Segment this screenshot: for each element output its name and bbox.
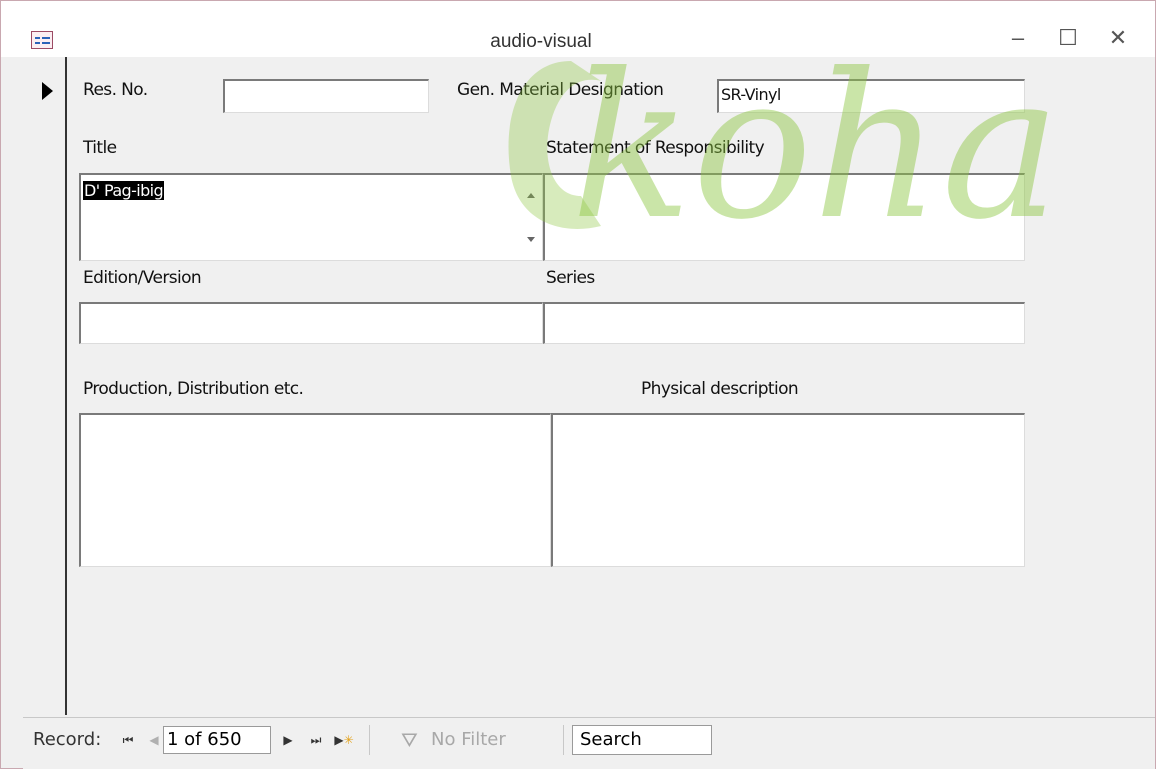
- form-detail: Res. No. Gen. Material Designation SR-Vi…: [67, 57, 1155, 715]
- series-label: Series: [546, 268, 595, 288]
- nav-separator-2: [563, 725, 564, 755]
- maximize-button[interactable]: ☐: [1051, 23, 1085, 53]
- scroll-down-icon[interactable]: [527, 237, 535, 242]
- last-record-icon[interactable]: ⏭: [305, 725, 327, 755]
- res-no-field[interactable]: [223, 79, 429, 113]
- search-input[interactable]: Search: [572, 725, 712, 755]
- statement-field[interactable]: [543, 173, 1025, 261]
- first-record-icon[interactable]: ⏮: [117, 725, 139, 755]
- nav-separator: [369, 725, 370, 755]
- title-scrollbar[interactable]: [520, 175, 542, 260]
- edition-label: Edition/Version: [83, 268, 202, 288]
- title-label: Title: [83, 138, 117, 158]
- production-label: Production, Distribution etc.: [83, 379, 304, 399]
- production-field[interactable]: [79, 413, 551, 567]
- no-filter-button[interactable]: No Filter: [431, 725, 506, 755]
- edition-field[interactable]: [79, 302, 543, 344]
- close-button[interactable]: ✕: [1101, 23, 1135, 53]
- scroll-up-icon[interactable]: [527, 193, 535, 198]
- current-record-field[interactable]: 1 of 650: [163, 726, 271, 754]
- series-field[interactable]: [543, 302, 1025, 344]
- minimize-button[interactable]: –: [1001, 23, 1035, 53]
- record-navigation-bar: Record: ⏮ ◀ 1 of 650 ▶ ⏭ ▶✳ ⛛ No Filter …: [23, 717, 1155, 769]
- title-bar: audio-visual – ☐ ✕: [1, 1, 1155, 57]
- record-selector[interactable]: [23, 57, 67, 715]
- window-title: audio-visual: [490, 31, 592, 52]
- statement-label: Statement of Responsibility: [546, 138, 765, 158]
- physical-field[interactable]: [551, 413, 1025, 567]
- record-label: Record:: [33, 729, 102, 750]
- form-window: audio-visual – ☐ ✕ Res. No. Gen. Materia…: [0, 0, 1156, 769]
- gmd-label: Gen. Material Designation: [457, 80, 664, 100]
- physical-label: Physical description: [641, 379, 799, 399]
- title-field[interactable]: D' Pag-ibig: [79, 173, 543, 261]
- current-record-arrow-icon: [42, 82, 53, 100]
- next-record-icon[interactable]: ▶: [277, 725, 299, 755]
- gmd-field[interactable]: SR-Vinyl: [717, 79, 1025, 113]
- previous-record-icon[interactable]: ◀: [143, 725, 165, 755]
- new-record-icon[interactable]: ▶✳: [331, 725, 357, 755]
- res-no-label: Res. No.: [83, 80, 148, 100]
- filter-icon: ⛛: [401, 728, 418, 752]
